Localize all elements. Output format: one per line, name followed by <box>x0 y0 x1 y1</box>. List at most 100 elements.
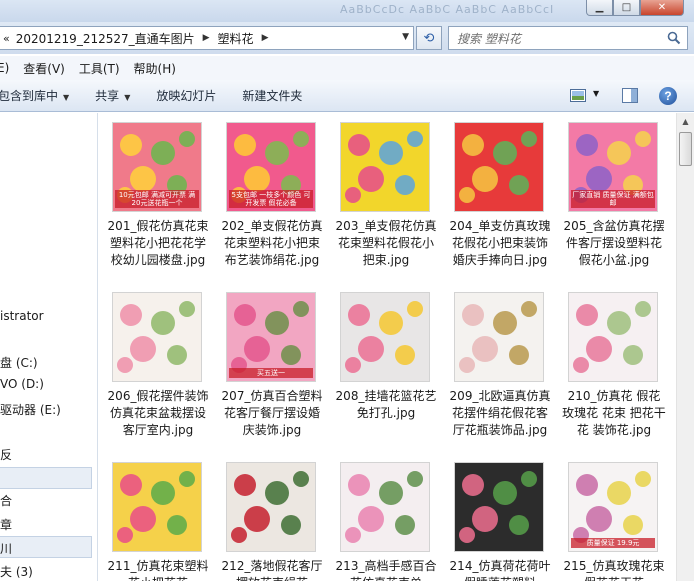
file-name: 209_北欧逼真仿真花摆件绢花假花客厅花瓶装饰品.jpg <box>449 389 551 437</box>
address-history-dropdown-icon[interactable]: ▼ <box>402 32 409 42</box>
thumbnail-flower-shape <box>509 515 529 535</box>
change-view-icon[interactable] <box>570 89 586 102</box>
address-bar[interactable]: « 20201219_212527_直通车图片 ▶ 塑料花 ▶ ▼ <box>0 26 414 50</box>
thumbnail-flower-shape <box>117 357 133 373</box>
thumbnail-flower-shape <box>521 131 537 147</box>
thumbnail-flower-shape <box>379 311 403 335</box>
menu-edit[interactable]: E) <box>0 61 9 75</box>
thumbnail-flower-shape <box>179 471 195 487</box>
nav-item-folder[interactable]: 川 <box>0 540 12 557</box>
slideshow-button[interactable]: 放映幻灯片 <box>156 87 216 104</box>
share-button[interactable]: 共享 ▼ <box>95 87 130 104</box>
view-options-dropdown-icon[interactable]: ▼ <box>593 89 599 98</box>
close-button[interactable]: ✕ <box>640 0 684 16</box>
file-thumbnail[interactable]: 质量保证 19.9元 <box>568 462 658 552</box>
breadcrumb-arrow-icon[interactable]: ▶ <box>262 33 269 43</box>
file-thumbnail[interactable] <box>454 292 544 382</box>
file-thumbnail[interactable] <box>112 292 202 382</box>
thumbnail-flower-shape <box>379 141 403 165</box>
file-thumbnail[interactable]: 厂家直销 质量保证 满额包邮 <box>568 122 658 212</box>
scroll-up-icon[interactable]: ▲ <box>677 113 694 130</box>
menu-view[interactable]: 查看(V) <box>23 60 65 77</box>
minimize-button[interactable]: ▁ <box>586 0 613 16</box>
file-thumbnail[interactable]: 10元包邮 满减可开票 满20元送花瓶一个 <box>112 122 202 212</box>
refresh-button[interactable]: ⟲ <box>416 26 442 50</box>
thumbnail-flower-shape <box>462 474 484 496</box>
thumbnail-flower-shape <box>462 134 484 156</box>
file-thumbnail[interactable]: 买五送一 <box>226 292 316 382</box>
thumbnail-flower-shape <box>151 311 175 335</box>
breadcrumb-segment[interactable]: 塑料花 <box>218 30 254 47</box>
address-overflow-chevron-icon[interactable]: « <box>3 32 10 45</box>
thumbnail-flower-shape <box>130 336 156 362</box>
nav-item-drive-d[interactable]: VO (D:) <box>0 377 44 391</box>
nav-item-folder[interactable]: 合 <box>0 492 12 509</box>
thumbnail-flower-shape <box>407 131 423 147</box>
file-name: 202_单支假花仿真花束塑料花小把束布艺装饰绢花.jpg <box>221 219 323 267</box>
dropdown-arrow-icon: ▼ <box>63 93 70 102</box>
thumbnail-flower-shape <box>586 166 612 192</box>
breadcrumb-arrow-icon[interactable]: ▶ <box>203 33 210 43</box>
search-input[interactable]: 搜索 塑料花 <box>448 26 688 50</box>
menu-tools[interactable]: 工具(T) <box>79 60 120 77</box>
nav-item-user[interactable]: istrator <box>0 309 44 323</box>
menu-help[interactable]: 帮助(H) <box>134 60 176 77</box>
include-in-library-button[interactable]: 包含到库中 ▼ <box>0 87 69 104</box>
new-folder-button[interactable]: 新建文件夹 <box>242 87 302 104</box>
vertical-scrollbar[interactable]: ▲ <box>676 113 694 581</box>
thumbnail-flower-shape <box>493 311 517 335</box>
menu-bar: E) 查看(V) 工具(T) 帮助(H) <box>0 56 694 80</box>
file-thumbnail[interactable] <box>340 122 430 212</box>
search-placeholder: 搜索 塑料花 <box>457 31 521 46</box>
nav-item-drive-e[interactable]: 驱动器 (E:) <box>0 401 61 418</box>
file-name: 210_仿真花 假花玫瑰花 花束 把花干花 装饰花.jpg <box>562 389 666 437</box>
thumbnail-flower-shape <box>281 515 301 535</box>
search-icon[interactable] <box>667 31 681 45</box>
nav-item-folder-count[interactable]: 夫 (3) <box>0 563 33 580</box>
close-icon: ✕ <box>657 2 667 13</box>
thumbnail-flower-shape <box>130 506 156 532</box>
command-label: 共享 <box>95 89 120 103</box>
thumbnail-flower-shape <box>244 506 270 532</box>
file-thumbnail[interactable]: 5支包邮 一枝多个颜色 可开发票 假花必备 <box>226 122 316 212</box>
thumbnail-flower-shape <box>348 304 370 326</box>
thumbnail-flower-shape <box>586 336 612 362</box>
nav-item-folder[interactable]: 章 <box>0 516 12 533</box>
maximize-icon: □ <box>621 2 632 13</box>
thumbnail-flower-shape <box>179 301 195 317</box>
file-thumbnail[interactable] <box>226 462 316 552</box>
thumbnail-flower-shape <box>281 345 301 365</box>
thumbnail-flower-shape <box>358 166 384 192</box>
thumbnail-flower-shape <box>293 471 309 487</box>
nav-selected-row[interactable] <box>0 536 92 558</box>
file-name: 204_单支仿真玫瑰花假花小把束装饰婚庆手捧向日.jpg <box>449 219 551 267</box>
nav-item-network[interactable]: 反 <box>0 446 12 463</box>
file-thumbnail[interactable] <box>454 462 544 552</box>
breadcrumb-segment[interactable]: 20201219_212527_直通车图片 <box>16 30 195 47</box>
thumbnail-flower-shape <box>120 134 142 156</box>
thumbnail-flower-shape <box>244 336 270 362</box>
refresh-icon: ⟲ <box>423 30 435 46</box>
thumbnail-flower-shape <box>293 301 309 317</box>
preview-pane-icon[interactable] <box>622 88 638 103</box>
file-thumbnail[interactable] <box>340 462 430 552</box>
maximize-button[interactable]: □ <box>613 0 640 16</box>
file-thumbnail[interactable] <box>568 292 658 382</box>
file-thumbnail[interactable] <box>340 292 430 382</box>
nav-item-drive-c[interactable]: 盘 (C:) <box>0 354 38 371</box>
file-name: 208_挂墙花篮花艺 免打孔.jpg <box>335 389 437 420</box>
file-thumbnail[interactable] <box>112 462 202 552</box>
thumbnail-flower-shape <box>265 141 289 165</box>
file-name: 201_假花仿真花束塑料花小把花花学校幼儿园楼盘.jpg <box>107 219 209 267</box>
file-thumbnail[interactable] <box>454 122 544 212</box>
thumbnail-flower-shape <box>395 175 415 195</box>
help-icon[interactable]: ? <box>659 87 677 105</box>
file-name: 205_含盆仿真花摆件客厅摆设塑料花假花小盆.jpg <box>563 219 665 267</box>
file-name: 215_仿真玫瑰花束假花花干花 <box>563 559 665 581</box>
thumbnail-promo-text: 10元包邮 满减可开票 满20元送花瓶一个 <box>115 190 199 208</box>
navigation-pane: istrator 盘 (C:) VO (D:) 驱动器 (E:) 反 合 章 川… <box>0 113 98 581</box>
nav-selected-row[interactable] <box>0 467 92 489</box>
thumbnail-flower-shape <box>265 481 289 505</box>
scrollbar-thumb[interactable] <box>679 132 692 166</box>
thumbnail-flower-shape <box>472 166 498 192</box>
